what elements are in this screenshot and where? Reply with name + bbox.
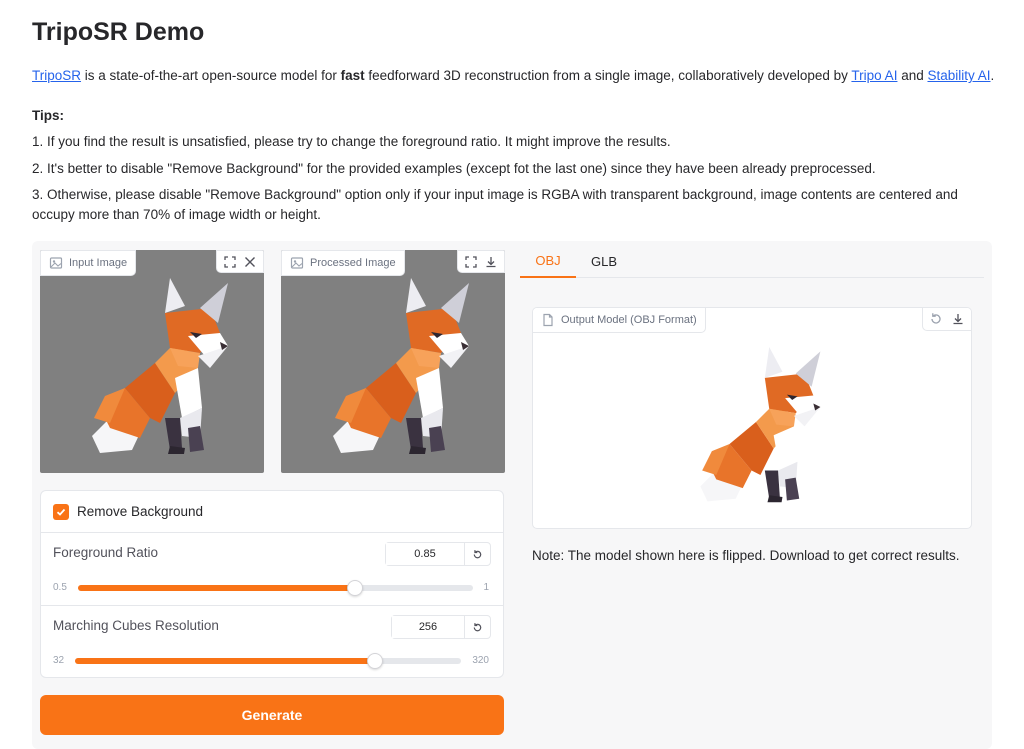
output-note: Note: The model shown here is flipped. D…	[532, 548, 960, 563]
remove-background-row[interactable]: Remove Background	[41, 491, 503, 533]
foreground-ratio-slider-fill	[78, 585, 355, 591]
foreground-ratio-block: Foreground Ratio 0.5 1	[41, 533, 503, 606]
tab-glb[interactable]: GLB	[578, 245, 630, 278]
foreground-ratio-reset-button[interactable]	[464, 543, 490, 565]
generate-button[interactable]: Generate	[40, 695, 504, 735]
fox-facet	[785, 477, 800, 501]
marching-cubes-slider-thumb[interactable]	[367, 653, 383, 669]
input-image-area[interactable]: Input Image	[40, 250, 264, 473]
fox-facet	[767, 495, 783, 503]
foreground-ratio-number	[385, 542, 491, 566]
page-title: TripoSR Demo	[32, 18, 205, 46]
marching-cubes-input[interactable]	[392, 616, 464, 638]
output-model-label: Output Model (OBJ Format)	[533, 308, 706, 333]
tip-3: 3. Otherwise, please disable "Remove Bac…	[32, 187, 958, 222]
output-model-toolbar	[922, 308, 971, 331]
fox-facet	[764, 347, 783, 378]
processed-image-toolbar	[457, 250, 505, 273]
marching-cubes-block: Marching Cubes Resolution 32 320	[41, 606, 503, 679]
marching-cubes-reset-button[interactable]	[464, 616, 490, 638]
file-icon	[543, 313, 553, 327]
remove-background-label: Remove Background	[77, 504, 204, 519]
controls-card: Remove Background Foreground Ratio 0.5 1…	[40, 490, 504, 678]
tab-obj[interactable]: OBJ	[520, 245, 576, 278]
input-image-label-text: Input Image	[69, 257, 128, 269]
triposr-link[interactable]: TripoSR	[32, 68, 81, 83]
intro-text-2: feedforward 3D reconstruction from a sin…	[364, 68, 852, 83]
output-model-viewer[interactable]: Output Model (OBJ Format)	[532, 307, 972, 529]
fox-facet	[165, 278, 185, 313]
output-model-label-text: Output Model (OBJ Format)	[561, 314, 697, 326]
reset-icon	[473, 622, 482, 631]
input-image-label: Input Image	[40, 250, 137, 276]
marching-cubes-slider[interactable]	[75, 653, 461, 669]
fullscreen-icon[interactable]	[223, 255, 237, 269]
fox-image	[92, 278, 228, 454]
output-tabs: OBJ GLB	[520, 245, 984, 278]
main-panel: Input Image Processed Image Remove Backg…	[32, 241, 992, 749]
image-icon	[49, 257, 63, 269]
intro-bold: fast	[340, 68, 365, 83]
fox-facet	[188, 426, 204, 452]
fox-facet	[165, 418, 182, 450]
foreground-ratio-label: Foreground Ratio	[53, 545, 159, 560]
foreground-ratio-input[interactable]	[386, 543, 464, 565]
fox-facet	[409, 446, 426, 454]
processed-image-area: Processed Image	[281, 250, 505, 473]
foreground-ratio-min: 0.5	[53, 582, 67, 593]
tip-1: 1. If you find the result is unsatisfied…	[32, 134, 671, 149]
processed-fox-image	[333, 278, 469, 454]
marching-cubes-label: Marching Cubes Resolution	[53, 618, 219, 633]
download-icon[interactable]	[484, 255, 498, 269]
processed-image-label: Processed Image	[281, 250, 405, 276]
intro-text-1: is a state-of-the-art open-source model …	[81, 68, 341, 83]
tips-heading: Tips:	[32, 108, 65, 123]
image-icon	[290, 257, 304, 269]
foreground-ratio-slider-thumb[interactable]	[347, 580, 363, 596]
download-icon[interactable]	[951, 312, 965, 326]
fullscreen-icon[interactable]	[464, 255, 478, 269]
marching-cubes-number	[391, 615, 491, 639]
intro-text-4: .	[990, 68, 995, 83]
foreground-ratio-max: 1	[483, 582, 489, 593]
processed-image-label-text: Processed Image	[310, 257, 396, 269]
tip-2: 2. It's better to disable "Remove Backgr…	[32, 161, 876, 176]
tripo-ai-link[interactable]: Tripo AI	[851, 68, 897, 83]
close-icon[interactable]	[243, 255, 257, 269]
fox-facet	[764, 470, 780, 499]
foreground-ratio-slider[interactable]	[78, 580, 473, 596]
fox-facet	[406, 278, 426, 313]
input-image-toolbar	[216, 250, 264, 273]
fox-3d-model	[700, 347, 821, 503]
marching-cubes-max: 320	[472, 655, 489, 666]
undo-icon[interactable]	[929, 312, 943, 326]
intro-paragraph: TripoSR is a state-of-the-art open-sourc…	[32, 68, 994, 83]
remove-background-checkbox[interactable]	[53, 503, 69, 520]
marching-cubes-min: 32	[53, 655, 65, 666]
intro-text-3: and	[897, 68, 928, 83]
reset-icon	[473, 549, 482, 558]
fox-facet	[429, 426, 445, 452]
check-icon	[56, 508, 66, 516]
marching-cubes-slider-fill	[75, 658, 375, 664]
fox-facet	[406, 418, 423, 450]
fox-facet	[168, 446, 185, 454]
stability-ai-link[interactable]: Stability AI	[927, 68, 990, 83]
